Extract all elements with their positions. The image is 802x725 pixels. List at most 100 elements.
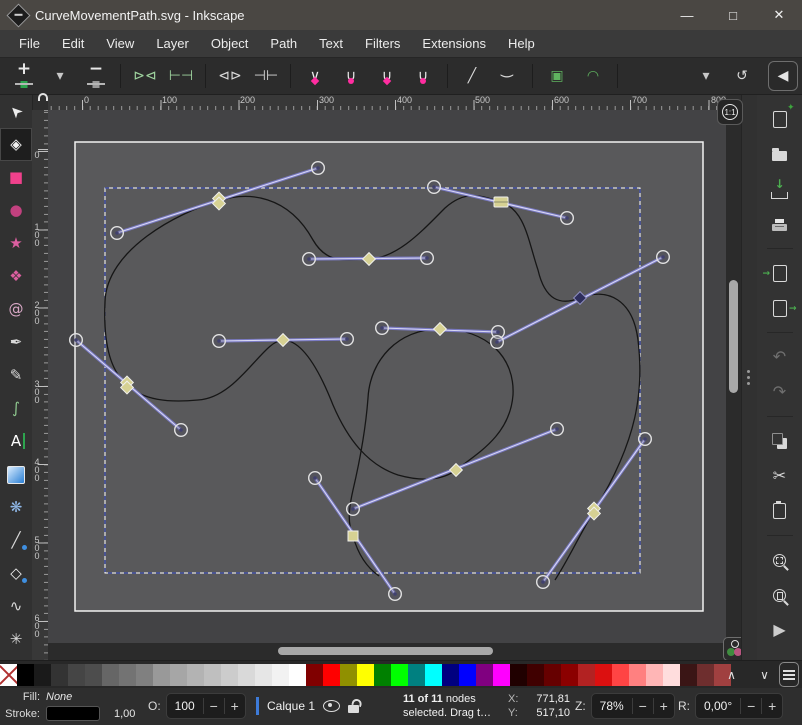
smooth-node-button[interactable]: ∪ [338, 62, 364, 90]
zoom-increase-button[interactable]: + [653, 698, 674, 714]
palette-swatch[interactable] [17, 664, 34, 686]
pencil-tool[interactable]: ✎ [0, 359, 32, 392]
palette-menu-button[interactable] [779, 662, 799, 687]
palette-swatch[interactable] [510, 664, 527, 686]
zoom-1-1-button[interactable]: 1:1 [717, 99, 743, 125]
layer-visibility-eye-icon[interactable] [323, 700, 340, 712]
palette-swatch[interactable] [493, 664, 510, 686]
delete-segment-button[interactable]: ⊣⊢ [253, 62, 279, 90]
menu-filters[interactable]: Filters [354, 36, 411, 51]
palette-swatch[interactable] [289, 664, 306, 686]
palette-swatch[interactable] [442, 664, 459, 686]
join-nodes-button[interactable]: ⊳⊲ [132, 62, 158, 90]
menu-edit[interactable]: Edit [51, 36, 95, 51]
ellipse-tool[interactable]: ● [0, 194, 32, 227]
menu-object[interactable]: Object [200, 36, 260, 51]
palette-swatch[interactable] [204, 664, 221, 686]
zoom-value[interactable]: 78% [592, 699, 632, 713]
horizontal-ruler[interactable]: 0100200300400500600700800 [48, 95, 726, 111]
delete-node-button[interactable]: − [83, 62, 109, 90]
palette-swatch[interactable] [340, 664, 357, 686]
auto-node-button[interactable]: ∪ [410, 62, 436, 90]
tweak-tool[interactable]: ∿ [0, 590, 32, 623]
palette-swatch[interactable] [663, 664, 680, 686]
text-tool[interactable]: A [0, 425, 32, 458]
menu-help[interactable]: Help [497, 36, 546, 51]
palette-swatch[interactable] [221, 664, 238, 686]
opacity-value[interactable]: 100 [167, 699, 203, 713]
save-document-button[interactable]: ↓ [768, 178, 792, 200]
menu-text[interactable]: Text [308, 36, 354, 51]
palette-swatch[interactable] [629, 664, 646, 686]
lpe-menu[interactable]: ▾ [693, 62, 719, 90]
curve-segment-button[interactable]: ( [495, 62, 521, 90]
insert-node-menu[interactable]: ▾ [47, 62, 73, 90]
palette-swatch[interactable] [272, 664, 289, 686]
line-segment-button[interactable]: ╱ [459, 62, 485, 90]
corner-node-button[interactable]: ∨ [302, 62, 328, 90]
new-document-button[interactable]: ✦ [768, 108, 792, 130]
palette-swatch[interactable] [136, 664, 153, 686]
vertical-scrollbar-thumb[interactable] [729, 280, 738, 393]
palette-swatch[interactable] [85, 664, 102, 686]
palette-swatch[interactable] [51, 664, 68, 686]
palette-scroll-up-button[interactable]: ∧ [723, 664, 740, 686]
maximize-button[interactable]: □ [710, 0, 756, 30]
zoom-spinbox[interactable]: 78% − + [591, 693, 675, 719]
opacity-decrease-button[interactable]: − [203, 698, 224, 714]
layer-name[interactable]: Calque 1 [267, 699, 315, 713]
palette-swatch[interactable] [408, 664, 425, 686]
palette-scroll-down-button[interactable]: ∨ [756, 664, 773, 686]
opacity-increase-button[interactable]: + [224, 698, 245, 714]
palette-swatch[interactable] [697, 664, 714, 686]
palette-swatch[interactable] [561, 664, 578, 686]
import-button[interactable]: → [768, 262, 792, 284]
palette-swatch[interactable] [425, 664, 442, 686]
palette-swatch[interactable] [153, 664, 170, 686]
stroke-color-swatch[interactable] [46, 706, 100, 721]
duplicate-button[interactable] [768, 430, 792, 452]
rotation-value[interactable]: 0,00° [696, 699, 740, 713]
open-document-button[interactable] [768, 143, 792, 165]
pen-tool[interactable]: ✒ [0, 326, 32, 359]
paint-bucket-tool[interactable]: ◇ [0, 557, 32, 590]
palette-swatch[interactable] [68, 664, 85, 686]
palette-swatch-none[interactable] [0, 664, 17, 686]
object-to-path-button[interactable]: ▣ [544, 62, 570, 90]
calligraphy-tool[interactable]: ∫ [0, 392, 32, 425]
canvas-viewport[interactable] [48, 110, 726, 643]
symmetric-node-button[interactable]: ∪ [374, 62, 400, 90]
paste-button[interactable] [768, 500, 792, 522]
palette-swatch[interactable] [476, 664, 493, 686]
palette-swatch[interactable] [646, 664, 663, 686]
rotation-increase-button[interactable]: + [761, 698, 782, 714]
palette-swatch[interactable] [612, 664, 629, 686]
palette-swatch[interactable] [187, 664, 204, 686]
menu-extensions[interactable]: Extensions [411, 36, 497, 51]
spiral-tool[interactable]: @ [0, 293, 32, 326]
zoom-drawing-button[interactable] [768, 584, 792, 606]
node-tool[interactable]: ◈ [0, 128, 32, 161]
palette-swatch[interactable] [578, 664, 595, 686]
minimize-button[interactable]: — [664, 0, 710, 30]
fill-value[interactable]: None [46, 691, 106, 703]
palette-swatch[interactable] [357, 664, 374, 686]
undo-button[interactable]: ↶ [768, 346, 792, 368]
palette-swatch[interactable] [34, 664, 51, 686]
spray-tool[interactable]: ✳ [0, 623, 32, 656]
palette-swatch[interactable] [102, 664, 119, 686]
star-tool[interactable]: ★ [0, 227, 32, 260]
zoom-decrease-button[interactable]: − [632, 698, 653, 714]
dock-resize-grip[interactable] [747, 367, 751, 385]
cut-button[interactable]: ✂ [768, 465, 792, 487]
palette-swatch[interactable] [170, 664, 187, 686]
dropper-tool[interactable]: ╱ [0, 524, 32, 557]
horizontal-scrollbar[interactable] [48, 643, 726, 660]
rotation-spinbox[interactable]: 0,00° − + [695, 693, 783, 719]
stroke-to-path-button[interactable]: ◠ [580, 62, 606, 90]
gradient-tool[interactable] [0, 458, 32, 491]
palette-swatch[interactable] [595, 664, 612, 686]
menu-view[interactable]: View [95, 36, 145, 51]
mesh-tool[interactable]: ❋ [0, 491, 32, 524]
palette-swatch[interactable] [255, 664, 272, 686]
